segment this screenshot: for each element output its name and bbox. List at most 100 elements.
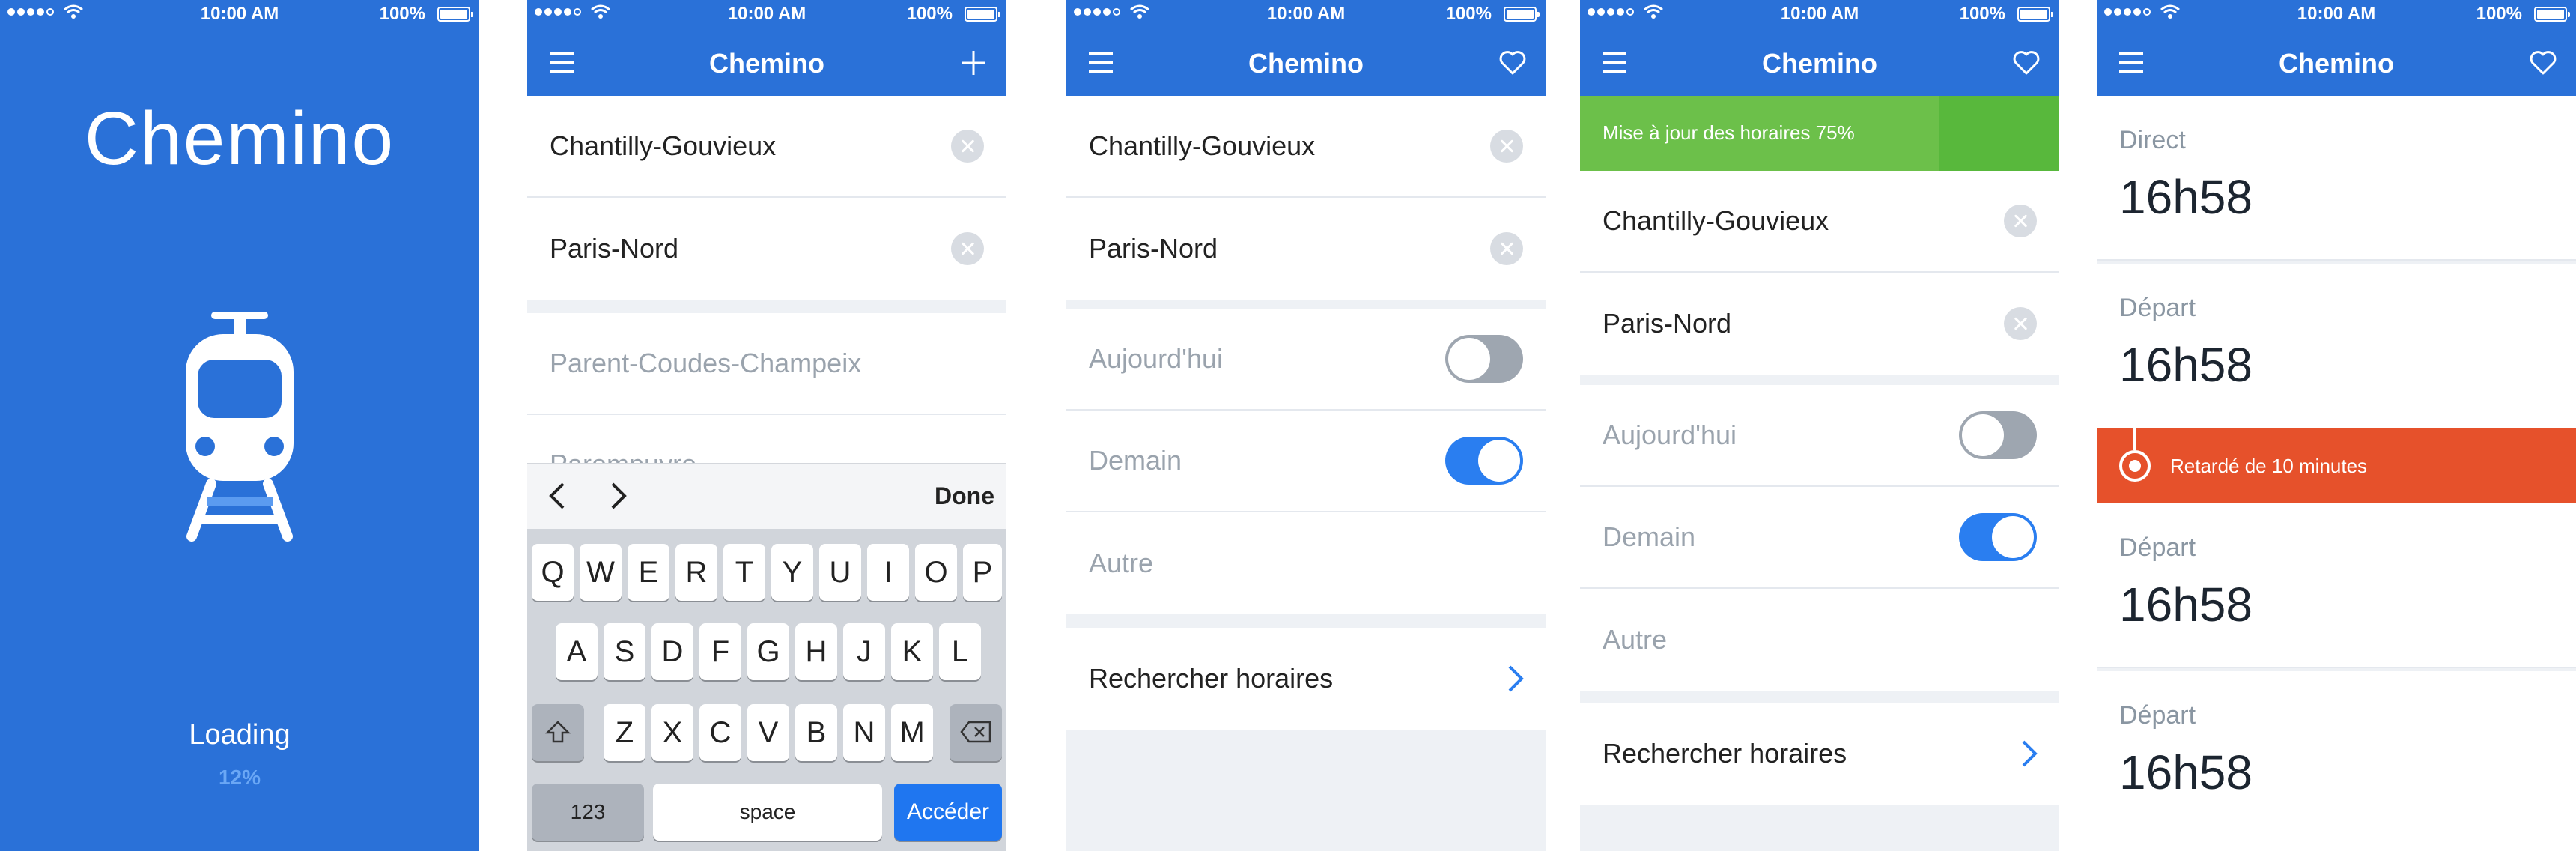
delete-key[interactable] — [950, 704, 1002, 761]
departure-label: Direct — [2119, 126, 2186, 154]
nav-bar: Chemino — [2097, 30, 2576, 96]
search-schedules-button[interactable]: Rechercher horaires — [1580, 703, 2059, 805]
clear-icon[interactable] — [2004, 307, 2037, 340]
to-value: Paris-Nord — [1089, 233, 1218, 264]
key[interactable]: H — [795, 623, 837, 680]
clear-icon[interactable] — [2004, 205, 2037, 237]
other-option[interactable]: Autre — [1580, 589, 2059, 691]
battery-percent: 100% — [379, 4, 425, 24]
shift-key[interactable] — [532, 704, 584, 761]
plus-icon[interactable] — [959, 48, 988, 78]
keyboard: Q W E R T Y U I O P A S D F G H J K L Z … — [527, 529, 1006, 851]
from-field[interactable]: Chantilly-Gouvieux — [1580, 171, 2059, 273]
key[interactable]: Z — [604, 704, 645, 761]
clear-icon[interactable] — [951, 130, 984, 163]
from-value: Chantilly-Gouvieux — [1089, 130, 1316, 161]
delete-icon — [960, 721, 991, 743]
suggestion-item[interactable]: Parent-Coudes-Champeix — [527, 313, 1006, 415]
key[interactable]: O — [915, 544, 957, 601]
tomorrow-label: Demain — [1089, 445, 1182, 476]
other-label: Autre — [1089, 548, 1154, 578]
from-field[interactable]: Chantilly-Gouvieux — [527, 96, 1006, 198]
key[interactable]: D — [651, 623, 693, 680]
chevron-right-icon — [2022, 740, 2038, 767]
heart-icon[interactable] — [1498, 48, 1528, 78]
splash-screen: 10:00 AM 100% Chemino Loading 12% — [0, 0, 479, 851]
today-option[interactable]: Aujourd'hui — [1066, 309, 1546, 411]
key[interactable]: B — [795, 704, 837, 761]
status-bar: 10:00 AM 100% — [0, 0, 479, 30]
battery-icon — [965, 7, 1000, 22]
go-key[interactable]: Accéder — [894, 784, 1002, 841]
chevron-left-icon[interactable] — [548, 481, 566, 511]
search-schedules-label: Rechercher horaires — [1603, 738, 1847, 769]
clear-icon[interactable] — [1490, 130, 1523, 163]
key[interactable]: Y — [771, 544, 813, 601]
heart-icon[interactable] — [2011, 48, 2041, 78]
key[interactable]: G — [747, 623, 789, 680]
status-bar: 10:00 AM 100% — [2097, 0, 2576, 30]
key[interactable]: W — [580, 544, 622, 601]
departure-row[interactable]: Départ 16h58 — [2097, 503, 2576, 668]
tomorrow-toggle[interactable] — [1959, 513, 2037, 561]
clear-icon[interactable] — [951, 232, 984, 265]
search-schedules-button[interactable]: Rechercher horaires — [1066, 628, 1546, 730]
key[interactable]: F — [699, 623, 741, 680]
departure-row[interactable]: Départ 16h58 — [2097, 264, 2576, 428]
from-value: Chantilly-Gouvieux — [550, 130, 777, 161]
to-field[interactable]: Paris-Nord — [527, 198, 1006, 300]
other-option[interactable]: Autre — [1066, 512, 1546, 614]
key[interactable]: M — [891, 704, 933, 761]
key[interactable]: J — [843, 623, 885, 680]
key[interactable]: V — [747, 704, 789, 761]
today-toggle[interactable] — [1959, 411, 2037, 459]
update-progress-label: Mise à jour des horaires 75% — [1603, 121, 1855, 144]
from-field[interactable]: Chantilly-Gouvieux — [1066, 96, 1546, 198]
battery-percent: 100% — [2476, 4, 2522, 24]
tomorrow-option[interactable]: Demain — [1580, 487, 2059, 589]
done-button[interactable]: Done — [935, 482, 994, 510]
shift-icon — [544, 721, 571, 743]
key[interactable]: X — [651, 704, 693, 761]
today-option[interactable]: Aujourd'hui — [1580, 385, 2059, 487]
battery-icon — [437, 7, 473, 22]
numbers-key[interactable]: 123 — [532, 784, 644, 841]
to-field[interactable]: Paris-Nord — [1066, 198, 1546, 300]
chevron-right-icon[interactable] — [610, 481, 628, 511]
tomorrow-toggle[interactable] — [1445, 437, 1523, 485]
nav-title: Chemino — [1248, 48, 1364, 79]
departure-row[interactable]: Direct 16h58 — [2097, 96, 2576, 261]
key[interactable]: S — [604, 623, 645, 680]
update-screen: 10:00 AM 100% Chemino Mise à jour des ho… — [1580, 0, 2059, 851]
key[interactable]: A — [556, 623, 598, 680]
key[interactable]: R — [675, 544, 717, 601]
key[interactable]: Q — [532, 544, 574, 601]
key[interactable]: K — [891, 623, 933, 680]
key[interactable]: U — [819, 544, 861, 601]
key[interactable]: E — [628, 544, 669, 601]
heart-icon[interactable] — [2528, 48, 2558, 78]
key[interactable]: T — [723, 544, 765, 601]
nav-title: Chemino — [708, 48, 824, 79]
search-schedules-label: Rechercher horaires — [1089, 663, 1334, 694]
key[interactable]: L — [939, 623, 981, 680]
update-progress-banner: Mise à jour des horaires 75% — [1580, 96, 2059, 171]
departure-time: 16h58 — [2119, 338, 2253, 392]
battery-percent: 100% — [1959, 4, 2005, 24]
today-toggle[interactable] — [1445, 335, 1523, 383]
key[interactable]: P — [963, 544, 1002, 601]
to-field[interactable]: Paris-Nord — [1580, 273, 2059, 375]
departure-label: Départ — [2119, 701, 2196, 730]
loading-label: Loading — [189, 719, 291, 751]
tomorrow-option[interactable]: Demain — [1066, 411, 1546, 512]
battery-percent: 100% — [1445, 4, 1492, 24]
delay-alert: Retardé de 10 minutes — [2097, 428, 2576, 503]
departure-time: 16h58 — [2119, 745, 2253, 799]
key[interactable]: N — [843, 704, 885, 761]
departure-row[interactable]: Départ 16h58 — [2097, 671, 2576, 851]
key[interactable]: C — [699, 704, 741, 761]
clear-icon[interactable] — [1490, 232, 1523, 265]
nav-bar: Chemino — [527, 30, 1006, 96]
space-key[interactable]: space — [653, 784, 882, 841]
key[interactable]: I — [867, 544, 909, 601]
